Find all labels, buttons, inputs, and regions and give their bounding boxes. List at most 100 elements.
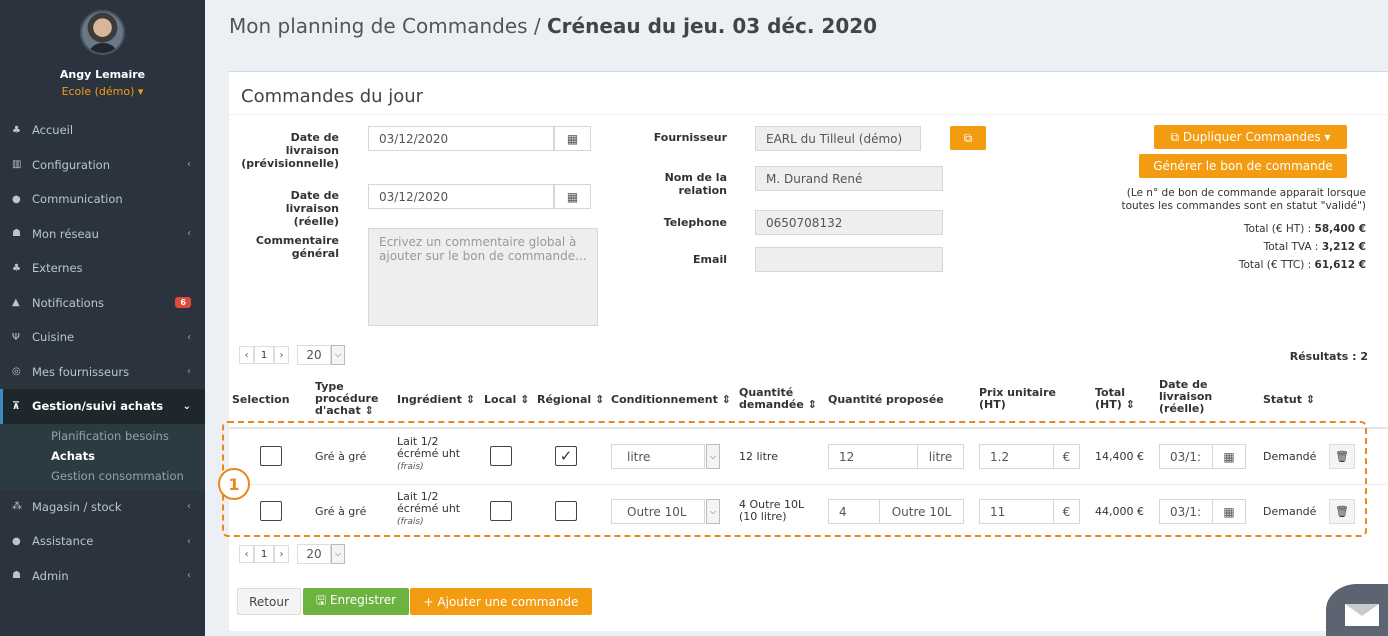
th-type[interactable]: Type procédure d'achat ⇕ bbox=[315, 381, 378, 417]
sidebar-item-accueil[interactable]: ♣ Accueil bbox=[0, 113, 205, 148]
row-type: Gré à gré bbox=[315, 505, 367, 518]
user-role-dropdown[interactable]: Ecole (démo) ▾ bbox=[0, 85, 205, 98]
regional-checkbox[interactable] bbox=[555, 501, 577, 521]
sidebar-item-admin[interactable]: ☗ Admin ‹ bbox=[0, 559, 205, 594]
email-field bbox=[755, 247, 943, 272]
next-page-button[interactable]: › bbox=[274, 346, 289, 364]
box-title: Commandes du jour bbox=[241, 86, 424, 107]
th-regional[interactable]: Régional ⇕ bbox=[537, 394, 604, 406]
page-number[interactable]: 1 bbox=[254, 545, 274, 563]
local-checkbox[interactable] bbox=[490, 501, 512, 521]
generate-order-form-button[interactable]: Générer le bon de commande bbox=[1139, 154, 1347, 178]
sidebar-menu: ♣ Accueil ▥ Configuration ‹ ● Communication ☗ Mo… bbox=[0, 113, 205, 389]
trash-icon[interactable]: 🗑 bbox=[1329, 499, 1355, 524]
th-total[interactable]: Total (HT) ⇕ bbox=[1095, 387, 1139, 411]
date-input[interactable]: 03/1: bbox=[1159, 499, 1213, 524]
trash-icon[interactable]: 🗑 bbox=[1329, 444, 1355, 469]
th-qte-demandee[interactable]: Quantité demandée ⇕ bbox=[739, 387, 821, 411]
sidebar-item-gestion-achats[interactable]: ⊼ Gestion/suivi achats ⌄ bbox=[0, 389, 205, 424]
th-statut[interactable]: Statut ⇕ bbox=[1263, 394, 1315, 406]
qte-proposee-input[interactable]: 4 bbox=[828, 499, 880, 524]
sidebar-item-externes[interactable]: ♣ Externes bbox=[0, 251, 205, 286]
mail-icon[interactable] bbox=[1326, 584, 1388, 636]
chevron-left-icon: ‹ bbox=[187, 501, 191, 513]
date-prev-input[interactable]: 03/12/2020 bbox=[368, 126, 554, 151]
cutlery-icon: Ψ bbox=[12, 331, 20, 343]
ingredient-note: (frais) bbox=[397, 517, 424, 527]
duplicate-orders-button[interactable]: ⧉ Dupliquer Commandes ▾ bbox=[1154, 125, 1347, 149]
chevron-down-icon[interactable]: ⌵ bbox=[706, 499, 720, 524]
sidebar-item-label: Mon réseau bbox=[32, 226, 99, 241]
chevron-left-icon: ‹ bbox=[187, 331, 191, 343]
total-ttc-label: Total (€ TTC) : bbox=[1238, 259, 1315, 271]
th-selection[interactable]: Selection bbox=[232, 394, 290, 406]
page-size-select[interactable]: 20 ⌵ bbox=[297, 345, 345, 365]
row-ingredient: Lait 1/2 écrémé uht (frais) bbox=[397, 491, 467, 528]
page-size-select[interactable]: 20 ⌵ bbox=[297, 544, 345, 564]
calendar-icon[interactable]: ▦ bbox=[554, 126, 591, 151]
calendar-icon[interactable]: ▦ bbox=[554, 184, 591, 209]
chevron-down-icon[interactable]: ⌵ bbox=[706, 444, 720, 469]
submenu-item-gestion-consommation[interactable]: Gestion consommation bbox=[0, 466, 205, 486]
row-select-checkbox[interactable] bbox=[260, 446, 282, 466]
th-ingredient[interactable]: Ingrédient ⇕ bbox=[397, 394, 475, 406]
unit-addon: Outre 10L bbox=[879, 499, 964, 524]
row-select-checkbox[interactable] bbox=[260, 501, 282, 521]
back-button[interactable]: Retour bbox=[237, 588, 301, 615]
telephone-label: Telephone bbox=[663, 216, 727, 229]
prev-page-button[interactable]: ‹ bbox=[239, 545, 254, 563]
sidebar-item-configuration[interactable]: ▥ Configuration ‹ bbox=[0, 148, 205, 183]
cubes-icon: ⁂ bbox=[12, 501, 22, 513]
copy-supplier-button[interactable]: ⧉ bbox=[950, 126, 986, 150]
sidebar-item-notifications[interactable]: ▲ Notifications 6 bbox=[0, 286, 205, 321]
page-number[interactable]: 1 bbox=[254, 346, 274, 364]
local-checkbox[interactable] bbox=[490, 446, 512, 466]
sidebar-item-assistance[interactable]: ● Assistance ‹ bbox=[0, 524, 205, 559]
page-title: Mon planning de Commandes / Créneau du j… bbox=[205, 0, 1388, 58]
calendar-icon[interactable]: ▦ bbox=[1212, 499, 1246, 524]
chevron-down-icon: ⌄ bbox=[182, 400, 191, 412]
prev-page-button[interactable]: ‹ bbox=[239, 346, 254, 364]
th-local[interactable]: Local ⇕ bbox=[484, 394, 529, 406]
users-icon: ☗ bbox=[12, 228, 21, 240]
chevron-left-icon: ‹ bbox=[187, 535, 191, 547]
calendar-icon[interactable]: ▦ bbox=[1212, 444, 1246, 469]
date-reelle-input[interactable]: 03/12/2020 bbox=[368, 184, 554, 209]
total-tva-value: 3,212 € bbox=[1321, 241, 1366, 253]
chevron-left-icon: ‹ bbox=[187, 366, 191, 378]
user-panel: Angy Lemaire Ecole (démo) ▾ bbox=[0, 0, 205, 113]
regional-checkbox[interactable]: ✓ bbox=[555, 446, 577, 466]
home-icon: ♣ bbox=[12, 124, 21, 136]
home-icon: ♣ bbox=[12, 262, 21, 274]
submenu-item-achats[interactable]: Achats bbox=[0, 446, 205, 466]
page-title-prefix: Mon planning de Commandes / bbox=[229, 14, 547, 38]
row-total: 14,400 € bbox=[1095, 450, 1144, 463]
date-input[interactable]: 03/1: bbox=[1159, 444, 1213, 469]
save-button[interactable]: 🖫 Enregistrer bbox=[303, 588, 409, 615]
conditionnement-select[interactable]: Outre 10L bbox=[611, 499, 705, 524]
sidebar-item-communication[interactable]: ● Communication bbox=[0, 182, 205, 217]
user-gear-icon: ☗ bbox=[12, 570, 21, 582]
th-conditionnement[interactable]: Conditionnement ⇕ bbox=[611, 394, 731, 406]
total-ttc-value: 61,612 € bbox=[1314, 259, 1366, 271]
sidebar-item-label: Communication bbox=[32, 192, 123, 207]
submenu-item-planification[interactable]: Planification besoins bbox=[0, 426, 205, 446]
next-page-button[interactable]: › bbox=[274, 545, 289, 563]
sidebar-item-magasin-stock[interactable]: ⁂ Magasin / stock ‹ bbox=[0, 490, 205, 525]
orders-box: Commandes du jour Date de livraison (pré… bbox=[218, 71, 1388, 631]
sidebar-item-mon-r-seau[interactable]: ☗ Mon réseau ‹ bbox=[0, 217, 205, 252]
sidebar-item-cuisine[interactable]: Ψ Cuisine ‹ bbox=[0, 320, 205, 355]
qte-proposee-input[interactable]: 12 bbox=[828, 444, 918, 469]
pagination-bottom: ‹ 1 › 20 ⌵ bbox=[239, 544, 345, 564]
currency-addon: € bbox=[1053, 444, 1080, 469]
prix-input[interactable]: 11 bbox=[979, 499, 1054, 524]
comment-textarea[interactable]: Ecrivez un commentaire global à ajouter … bbox=[368, 228, 598, 326]
sidebar-item-mes-fournisseurs[interactable]: ◎ Mes fournisseurs ‹ bbox=[0, 355, 205, 390]
ingredient-note: (frais) bbox=[397, 462, 424, 472]
th-prix: Prix unitaire (HT) bbox=[979, 386, 1056, 411]
avatar[interactable] bbox=[80, 10, 125, 55]
conditionnement-select[interactable]: litre bbox=[611, 444, 705, 469]
prix-input[interactable]: 1.2 bbox=[979, 444, 1054, 469]
sidebar-item-label: Configuration bbox=[32, 157, 110, 172]
add-order-button[interactable]: + Ajouter une commande bbox=[410, 588, 592, 615]
